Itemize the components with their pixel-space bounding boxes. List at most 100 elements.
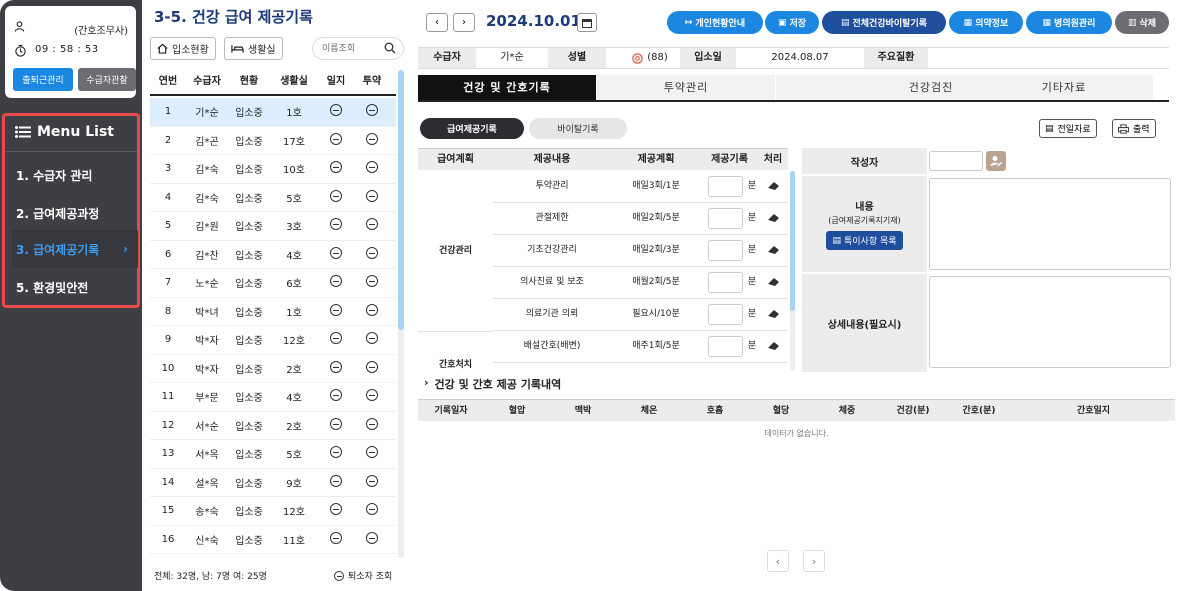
medication-toggle-icon[interactable] — [366, 446, 378, 459]
table-row[interactable]: 9 박*자 입소중 12호 — [150, 326, 396, 355]
medication-toggle-icon[interactable] — [366, 132, 378, 145]
care-minutes-input[interactable] — [708, 304, 743, 325]
table-row[interactable]: 11 부*문 입소중 4호 — [150, 383, 396, 412]
delete-button[interactable]: ▥ 삭제 — [1115, 11, 1169, 34]
medication-toggle-icon[interactable] — [366, 360, 378, 373]
table-row[interactable]: 6 김*찬 입소중 4호 — [150, 241, 396, 269]
journal-toggle-icon[interactable] — [330, 332, 342, 345]
admission-status-button[interactable]: 입소현황 — [150, 37, 216, 60]
save-button[interactable]: ▣ 저장 — [765, 11, 819, 34]
table-row[interactable]: 2 김*곤 입소중 17호 — [150, 127, 396, 155]
sub-tab-vitals[interactable]: 바이탈기록 — [529, 118, 627, 139]
tab-health-nursing[interactable]: 건강 및 간호기록 — [418, 75, 596, 100]
table-row[interactable]: 16 신*숙 입소중 11호 — [150, 526, 396, 554]
medication-toggle-icon[interactable] — [366, 275, 378, 288]
cell-status: 입소중 — [235, 222, 263, 234]
calendar-button[interactable] — [577, 13, 597, 32]
medication-toggle-icon[interactable] — [366, 332, 378, 345]
cell-status: 입소중 — [235, 421, 263, 433]
tab-other[interactable]: 기타자료 — [975, 75, 1153, 100]
care-minutes-input[interactable] — [708, 272, 743, 293]
journal-toggle-icon[interactable] — [330, 446, 342, 459]
care-minutes-input[interactable] — [708, 176, 743, 197]
eraser-icon[interactable] — [767, 276, 781, 288]
list-scrollbar-thumb[interactable] — [398, 70, 404, 330]
medication-toggle-icon[interactable] — [366, 303, 378, 316]
all-vitals-button[interactable]: ▤ 전체건강바이탈기록 — [822, 11, 946, 34]
medication-toggle-icon[interactable] — [366, 417, 378, 430]
journal-toggle-icon[interactable] — [330, 104, 342, 117]
table-row[interactable]: 7 노*순 입소중 6호 — [150, 269, 396, 298]
eraser-icon[interactable] — [767, 340, 781, 352]
medication-toggle-icon[interactable] — [366, 104, 378, 117]
menu-item-recipient[interactable]: 1. 수급자 관리 — [12, 156, 138, 194]
cell-name: 김*원 — [195, 222, 219, 234]
personal-status-button[interactable]: ↦ 개인현황안내 — [667, 11, 763, 34]
table-row[interactable]: 3 김*숙 입소중 10호 — [150, 155, 396, 184]
journal-toggle-icon[interactable] — [330, 474, 342, 487]
journal-toggle-icon[interactable] — [330, 303, 342, 316]
journal-toggle-icon[interactable] — [330, 132, 342, 145]
journal-toggle-icon[interactable] — [330, 275, 342, 288]
eraser-icon[interactable] — [767, 308, 781, 320]
journal-toggle-icon[interactable] — [330, 417, 342, 430]
table-row[interactable]: 14 설*옥 입소중 9호 — [150, 469, 396, 497]
list-scrollbar[interactable] — [398, 70, 404, 558]
care-minutes-input[interactable] — [708, 336, 743, 357]
journal-toggle-icon[interactable] — [330, 389, 342, 402]
special-notes-button[interactable]: ▤ 특이사항 목록 — [826, 231, 903, 250]
prev-day-data-button[interactable]: ▤ 전일자료 — [1039, 119, 1097, 138]
eraser-icon[interactable] — [767, 212, 781, 224]
medication-toggle-icon[interactable] — [366, 474, 378, 487]
menu-item-benefit-process[interactable]: 2. 급여제공과정 — [12, 194, 138, 232]
eraser-icon[interactable] — [767, 244, 781, 256]
room-button[interactable]: 생활실 — [224, 37, 283, 60]
table-row[interactable]: 5 김*원 입소중 3호 — [150, 212, 396, 241]
medication-toggle-icon[interactable] — [366, 531, 378, 544]
table-row[interactable]: 1 기*순 입소중 1호 — [150, 98, 396, 127]
care-minutes-input[interactable] — [708, 208, 743, 229]
next-date-button[interactable]: › — [453, 13, 475, 32]
writer-select-button[interactable] — [986, 151, 1006, 171]
prev-date-button[interactable]: ‹ — [426, 13, 448, 32]
medication-toggle-icon[interactable] — [366, 218, 378, 231]
medication-toggle-icon[interactable] — [366, 246, 378, 259]
medication-toggle-icon[interactable] — [366, 503, 378, 516]
tab-medication[interactable]: 투약관리 — [597, 75, 775, 100]
content-textarea[interactable] — [929, 178, 1171, 270]
journal-toggle-icon[interactable] — [330, 218, 342, 231]
drug-info-button[interactable]: ▦ 의약정보 — [949, 11, 1023, 34]
page-prev-button[interactable]: ‹ — [767, 550, 789, 572]
table-row[interactable]: 10 박*자 입소중 2호 — [150, 355, 396, 383]
medication-toggle-icon[interactable] — [366, 189, 378, 202]
care-table-scrollbar-thumb[interactable] — [790, 171, 795, 311]
journal-toggle-icon[interactable] — [330, 189, 342, 202]
detail-textarea[interactable] — [929, 276, 1171, 368]
menu-item-benefit-record[interactable]: 3. 급여제공기록 › — [12, 230, 138, 268]
journal-toggle-icon[interactable] — [330, 503, 342, 516]
medication-toggle-icon[interactable] — [366, 161, 378, 174]
table-row[interactable]: 15 송*숙 입소중 12호 — [150, 497, 396, 526]
attendance-button[interactable]: 출퇴근관리 — [13, 68, 73, 91]
writer-input[interactable] — [929, 151, 983, 171]
print-button[interactable]: 출력 — [1112, 119, 1156, 138]
journal-toggle-icon[interactable] — [330, 531, 342, 544]
eraser-icon[interactable] — [767, 180, 781, 192]
care-table-scrollbar[interactable] — [790, 171, 795, 371]
table-row[interactable]: 12 서*순 입소중 2호 — [150, 412, 396, 440]
menu-item-environment[interactable]: 5. 환경및안전 — [12, 268, 138, 306]
search-icon[interactable] — [384, 42, 396, 54]
care-minutes-input[interactable] — [708, 240, 743, 261]
sub-tab-benefit-record[interactable]: 급여제공기록 — [420, 118, 524, 139]
hospital-manage-button[interactable]: ▦ 병의원관리 — [1026, 11, 1112, 34]
journal-toggle-icon[interactable] — [330, 246, 342, 259]
page-next-button[interactable]: › — [803, 550, 825, 572]
journal-toggle-icon[interactable] — [330, 161, 342, 174]
journal-toggle-icon[interactable] — [330, 360, 342, 373]
medication-toggle-icon[interactable] — [366, 389, 378, 402]
table-row[interactable]: 8 박*녀 입소중 1호 — [150, 298, 396, 326]
table-row[interactable]: 4 김*숙 입소중 5호 — [150, 184, 396, 212]
table-row[interactable]: 13 서*옥 입소중 5호 — [150, 440, 396, 469]
observation-button[interactable]: 수급자관찰 — [78, 68, 136, 91]
retired-search-button[interactable]: 퇴소자 조회 — [334, 569, 392, 582]
